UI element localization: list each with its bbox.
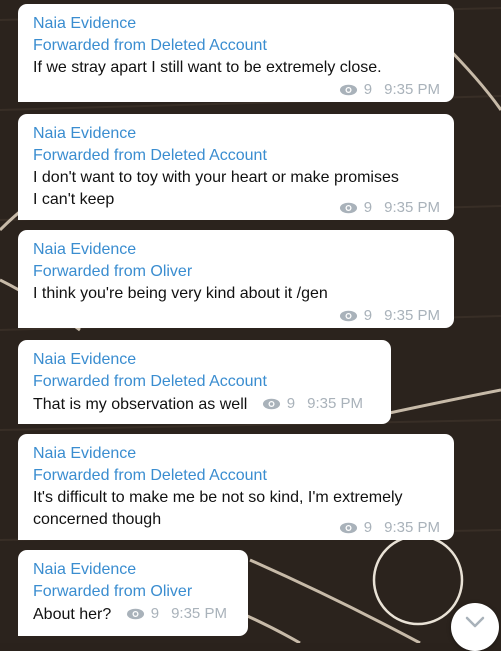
view-count: 9 (150, 605, 160, 622)
message-meta: 9 9:35 PM (339, 307, 440, 324)
message-text: That is my observation as well (33, 396, 248, 413)
message-text-line: I don't want to toy with your heart or m… (33, 169, 399, 186)
message-bubble[interactable]: Naia Evidence Forwarded from Deleted Acc… (18, 114, 454, 220)
view-count: 9 (363, 307, 373, 324)
eye-icon (339, 202, 357, 213)
message-time: 9:35 PM (384, 307, 440, 324)
message-time: 9:35 PM (384, 199, 440, 216)
chevron-down-icon (465, 616, 485, 628)
forwarded-from-label[interactable]: Forwarded from Deleted Account (33, 371, 376, 393)
eye-icon (339, 310, 357, 321)
channel-name[interactable]: Naia Evidence (33, 123, 439, 145)
channel-name[interactable]: Naia Evidence (33, 13, 439, 35)
eye-icon (126, 608, 144, 620)
message-meta: 9 9:35 PM (339, 199, 440, 216)
message-text-line: It's difficult to make me be not so kind… (33, 489, 403, 506)
view-count: 9 (363, 199, 373, 216)
channel-name[interactable]: Naia Evidence (33, 443, 439, 465)
message-meta: 9 9:35 PM (339, 81, 440, 98)
message-time: 9:35 PM (171, 605, 227, 622)
message-meta: 9 9:35 PM (262, 393, 363, 415)
message-time: 9:35 PM (384, 81, 440, 98)
view-count: 9 (363, 81, 373, 98)
message-bubble[interactable]: Naia Evidence Forwarded from Oliver I th… (18, 230, 454, 328)
forwarded-from-label[interactable]: Forwarded from Oliver (33, 581, 233, 603)
forwarded-from-label[interactable]: Forwarded from Oliver (33, 261, 439, 283)
message-text-row: About her? 9 9:35 PM (33, 603, 233, 626)
message-meta: 9 9:35 PM (126, 603, 227, 625)
forwarded-from-label[interactable]: Forwarded from Deleted Account (33, 35, 439, 57)
message-bubble[interactable]: Naia Evidence Forwarded from Deleted Acc… (18, 434, 454, 540)
message-meta: 9 9:35 PM (339, 519, 440, 536)
message-time: 9:35 PM (307, 395, 363, 412)
forwarded-from-label[interactable]: Forwarded from Deleted Account (33, 465, 439, 487)
eye-icon (339, 84, 357, 95)
channel-name[interactable]: Naia Evidence (33, 349, 376, 371)
message-bubble[interactable]: Naia Evidence Forwarded from Deleted Acc… (18, 340, 391, 424)
view-count: 9 (286, 395, 296, 412)
message-time: 9:35 PM (384, 519, 440, 536)
forwarded-from-label[interactable]: Forwarded from Deleted Account (33, 145, 439, 167)
message-bubble[interactable]: Naia Evidence Forwarded from Deleted Acc… (18, 4, 454, 102)
eye-icon (262, 398, 280, 410)
channel-name[interactable]: Naia Evidence (33, 239, 439, 261)
channel-name[interactable]: Naia Evidence (33, 559, 233, 581)
message-bubble[interactable]: Naia Evidence Forwarded from Oliver Abou… (18, 550, 248, 636)
message-text-row: That is my observation as well 9 9:35 PM (33, 393, 376, 416)
message-text: About her? (33, 606, 112, 623)
message-text: I think you're being very kind about it … (33, 285, 328, 302)
eye-icon (339, 522, 357, 533)
message-text: If we stray apart I still want to be ext… (33, 59, 382, 76)
scroll-to-bottom-button[interactable] (451, 603, 499, 651)
view-count: 9 (363, 519, 373, 536)
